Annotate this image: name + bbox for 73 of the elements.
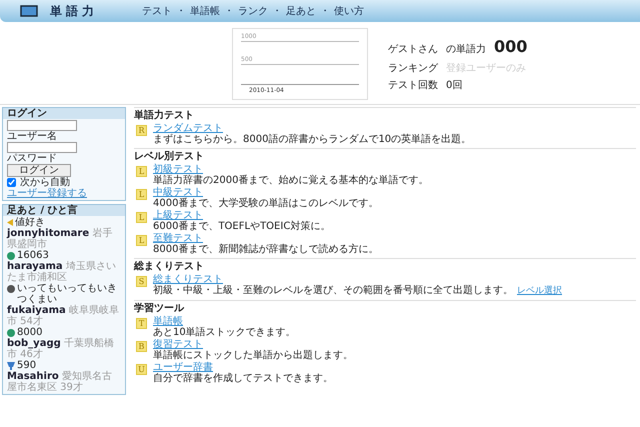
description-text: まずはこちらから。8000語の辞書からランダムで10の英単語を出題。: [153, 134, 472, 145]
count-label: テスト回数: [388, 79, 438, 93]
user-entry: bob_yagg 千葉県船橋市 46才: [7, 338, 115, 360]
rank-text: 590: [17, 360, 36, 371]
section-title: レベル別テスト: [134, 151, 205, 163]
circle-icon: [7, 285, 15, 293]
test-link[interactable]: ランダムテスト: [153, 123, 223, 134]
letter-icon: T: [136, 318, 147, 329]
letter-icon: S: [136, 276, 147, 287]
monitor-icon: [20, 5, 38, 17]
score-value: 000: [494, 36, 528, 58]
remember-checkbox[interactable]: [7, 178, 16, 187]
score-text: 16063: [17, 250, 49, 261]
test-link[interactable]: 中級テスト: [153, 187, 203, 198]
field-label: パスワード: [7, 153, 58, 164]
circle-icon: [7, 328, 15, 336]
description-text: あと10単語ストックできます。: [153, 327, 296, 338]
description-text: 8000番まで、新聞雑誌が辞書なしで読める方に。: [153, 244, 378, 255]
section-title: 学習ツール: [134, 303, 186, 315]
user-name: ゲストさん: [388, 43, 438, 57]
panel-title: 足あと / ひと言: [3, 205, 125, 216]
test-link[interactable]: 初級テスト: [153, 164, 203, 175]
test-link[interactable]: 単語帳: [153, 316, 183, 327]
score-label: の単語力: [446, 42, 486, 57]
test-link[interactable]: 総まくりテスト: [153, 274, 223, 285]
description-text: 4000番まで、大学受験の単語はこのレベルです。: [153, 198, 378, 209]
comment-text: いってもいってもいきつくまい: [17, 283, 118, 305]
panel-title: ログイン: [3, 108, 125, 119]
nav-link[interactable]: ランク: [238, 4, 268, 18]
letter-icon: B: [136, 341, 147, 352]
ranking-label: ランキング: [388, 62, 438, 76]
letter-icon: L: [136, 166, 147, 177]
arrow-icon: [7, 219, 13, 226]
test-link[interactable]: 至難テスト: [153, 233, 203, 244]
level-select-link[interactable]: レベル選択: [517, 286, 562, 297]
nav-separator: ・: [272, 4, 282, 18]
letter-icon: R: [136, 125, 147, 136]
field-label: ユーザー名: [7, 131, 58, 142]
test-link[interactable]: 上級テスト: [153, 210, 203, 221]
nav-separator: ・: [320, 4, 330, 18]
letter-icon: L: [136, 235, 147, 246]
circle-icon: [7, 252, 15, 260]
description-text: 初級・中級・上級・至難のレベルを選び、その範囲を番号順に全て出題します。: [153, 285, 513, 296]
score-text: 8000: [17, 327, 42, 338]
nav-link[interactable]: 使い方: [334, 4, 364, 18]
nav-separator: ・: [224, 4, 234, 18]
letter-icon: U: [136, 364, 147, 375]
site-title: 単語力: [50, 3, 99, 20]
login-button[interactable]: ログイン: [7, 164, 71, 177]
username-field[interactable]: [7, 120, 77, 131]
nav-separator: ・: [176, 4, 186, 18]
user-entry: jonnyhitomare 岩手県盛岡市: [7, 228, 114, 250]
user-entry: fukaiyama 岐阜県岐阜市 54才: [7, 305, 120, 327]
section-title: 単語力テスト: [134, 110, 195, 122]
description-text: 単語力辞書の2000番まで、始めに覚える基本的な単語です。: [153, 175, 428, 186]
nav-link[interactable]: テスト: [142, 4, 172, 18]
test-link[interactable]: ユーザー辞書: [153, 362, 213, 373]
letter-icon: L: [136, 189, 147, 200]
user-entry: harayama 埼玉県さいたま市浦和区: [7, 261, 117, 283]
nav-link[interactable]: 足あと: [286, 4, 316, 18]
description-text: 自分で辞書を作成してテストできます。: [153, 373, 333, 384]
description-text: 6000番まで、TOEFLやTOEIC対策に。: [153, 221, 330, 232]
section-title: 総まくりテスト: [134, 261, 205, 273]
description-text: 単語帳にストックした単語から出題します。: [153, 350, 353, 361]
letter-icon: L: [136, 212, 147, 223]
count-value: 0回: [446, 79, 462, 93]
password-field[interactable]: [7, 142, 77, 153]
checkbox-label: 次から自動: [20, 177, 70, 188]
test-link[interactable]: 復習テスト: [153, 339, 203, 350]
nav-link[interactable]: 単語帳: [190, 4, 220, 18]
user-entry: Masahiro 愛知県名古屋市名東区 39才: [7, 371, 113, 393]
register-link[interactable]: ユーザー登録する: [7, 188, 121, 199]
comment-text: 値好き: [15, 217, 45, 228]
